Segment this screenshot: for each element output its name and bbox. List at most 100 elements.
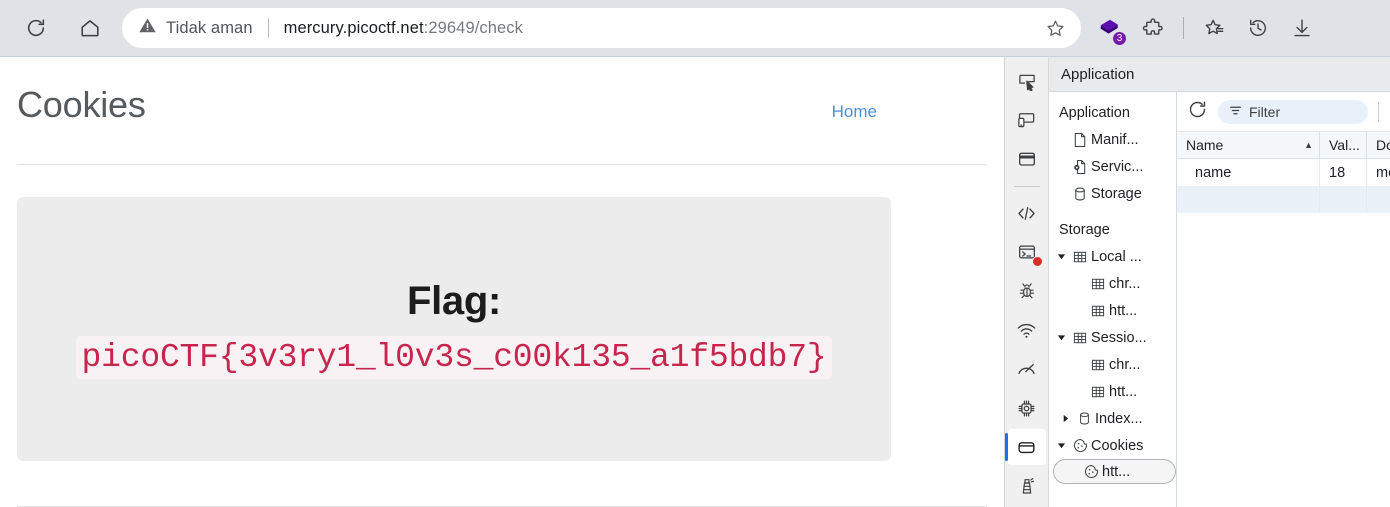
application-panel-icon[interactable] [1004,429,1046,465]
flag-value[interactable]: picoCTF{3v3ry1_l0v3s_c00k135_a1f5bdb7} [75,336,833,379]
sidebar-item-manifest[interactable]: Manif... [1049,126,1176,153]
tab-application[interactable]: Application [1061,66,1134,83]
cookie-icon [1080,464,1102,479]
download-arrow-icon [1294,19,1310,37]
flag-label: Flag: [406,279,502,323]
table-icon [1069,250,1091,264]
filter-input[interactable]: Filter [1218,99,1368,124]
sidebar-item-label: Manif... [1091,131,1139,148]
manifest-icon [1069,132,1091,148]
puzzle-piece-icon [1142,18,1163,35]
cookies-table: Name ▲ Val... Do... name [1177,132,1390,507]
activity-bar-divider [1013,186,1040,187]
sidebar-item-label: htt... [1102,463,1131,480]
cookies-toolbar: Filter [1177,92,1390,132]
network-conditions-icon[interactable] [1008,312,1046,348]
table-icon [1087,358,1109,372]
sidebar-item-local-storage[interactable]: Local ... [1049,243,1176,270]
history-clock-icon [1249,19,1266,37]
sources-panel-icon[interactable] [1008,195,1046,231]
console-panel-icon[interactable] [1008,234,1046,270]
home-nav-link[interactable]: Home [832,102,877,122]
column-header-name[interactable]: Name ▲ [1177,132,1320,158]
sidebar-item-local-chrome-origin[interactable]: chr... [1049,270,1176,297]
sidebar-item-label: htt... [1109,302,1138,319]
table-row[interactable]: name 18 me... [1177,159,1390,186]
sidebar-item-session-storage[interactable]: Sessio... [1049,324,1176,351]
url-host: mercury.picoctf.net [283,18,424,37]
filter-icon [1229,104,1242,120]
sidebar-item-label: Storage [1091,185,1142,202]
sidebar-item-label: chr... [1109,356,1141,373]
devtools-panel: Application Application Manif... Servic.… [1004,57,1390,507]
performance-panel-icon[interactable] [1008,351,1046,387]
inspect-element-icon[interactable] [1008,63,1046,99]
sidebar-item-service-workers[interactable]: Servic... [1049,153,1176,180]
devtools-activity-bar [1004,57,1049,507]
warning-triangle-icon [138,16,157,40]
sidebar-item-label: chr... [1109,275,1141,292]
home-button[interactable] [70,8,110,48]
favorites-star-icon [1205,19,1224,35]
security-label: Tidak aman [166,18,253,37]
sidebar-item-label: Servic... [1091,158,1144,175]
chevron-right-icon[interactable] [1057,414,1073,423]
device-toolbar-icon[interactable] [1008,102,1046,138]
lighthouse-panel-icon[interactable] [1008,468,1046,504]
collections-button[interactable]: 3 [1089,8,1129,48]
cell-empty [1320,186,1367,213]
chevron-down-icon[interactable] [1053,252,1069,261]
devtools-main: Application Application Manif... Servic.… [1049,57,1390,507]
web-page-content: Cookies Home Flag: picoCTF{3v3ry1_l0v3s_… [0,57,1004,507]
cell-domain: me... [1367,159,1390,186]
service-worker-icon [1069,159,1091,175]
toolbar-actions: 3 [1081,8,1322,48]
address-bar[interactable]: Tidak aman mercury.picoctf.net:29649/che… [122,8,1081,48]
sidebar-item-session-chrome-origin[interactable]: chr... [1049,351,1176,378]
sidebar-item-label: Sessio... [1091,329,1147,346]
favorites-button[interactable] [1194,8,1234,48]
sidebar-item-session-http-origin[interactable]: htt... [1049,378,1176,405]
column-header-domain[interactable]: Do... [1367,132,1390,158]
filter-placeholder: Filter [1249,103,1281,120]
extensions-button[interactable] [1133,8,1173,48]
issues-panel-icon[interactable] [1008,273,1046,309]
application-sidebar[interactable]: Application Manif... Servic... Storage S… [1049,92,1177,507]
devtools-body: Application Manif... Servic... Storage S… [1049,92,1390,507]
sidebar-item-label: htt... [1109,383,1138,400]
chevron-down-icon[interactable] [1053,333,1069,342]
sidebar-item-local-http-origin[interactable]: htt... [1049,297,1176,324]
toolbar-divider [1183,17,1184,39]
table-row-empty[interactable] [1177,186,1390,213]
sidebar-item-cookies[interactable]: Cookies [1049,432,1176,459]
cell-empty [1367,186,1390,213]
history-button[interactable] [1238,8,1278,48]
elements-panel-icon[interactable] [1008,141,1046,177]
column-label: Name [1186,137,1224,153]
security-indicator[interactable]: Tidak aman [138,16,253,40]
chevron-down-icon[interactable] [1053,441,1069,450]
sidebar-item-label: Index... [1095,410,1143,427]
downloads-button[interactable] [1282,8,1322,48]
memory-panel-icon[interactable] [1008,390,1046,426]
sidebar-item-storage[interactable]: Storage [1049,180,1176,207]
table-icon [1087,277,1109,291]
bookmark-star-icon[interactable] [1035,8,1075,48]
sidebar-section-storage: Storage [1059,222,1110,238]
collections-badge: 3 [1112,31,1127,46]
table-header-row: Name ▲ Val... Do... [1177,132,1390,159]
devtools-tabbar: Application [1049,57,1390,92]
table-icon [1069,331,1091,345]
column-label: Val... [1329,137,1360,153]
sidebar-item-indexeddb[interactable]: Index... [1049,405,1176,432]
column-header-value[interactable]: Val... [1320,132,1367,158]
console-error-badge [1031,256,1043,267]
refresh-icon[interactable] [1187,99,1208,125]
toolbar-separator [1378,101,1379,122]
reload-button[interactable] [16,8,56,48]
table-icon [1087,304,1109,318]
cookies-panel: Filter Name ▲ Val... D name 18 m [1177,92,1390,507]
url-text[interactable]: mercury.picoctf.net:29649/check [284,19,523,38]
sidebar-item-cookie-origin[interactable]: htt... [1053,459,1176,484]
page-title: Cookies [17,84,146,125]
